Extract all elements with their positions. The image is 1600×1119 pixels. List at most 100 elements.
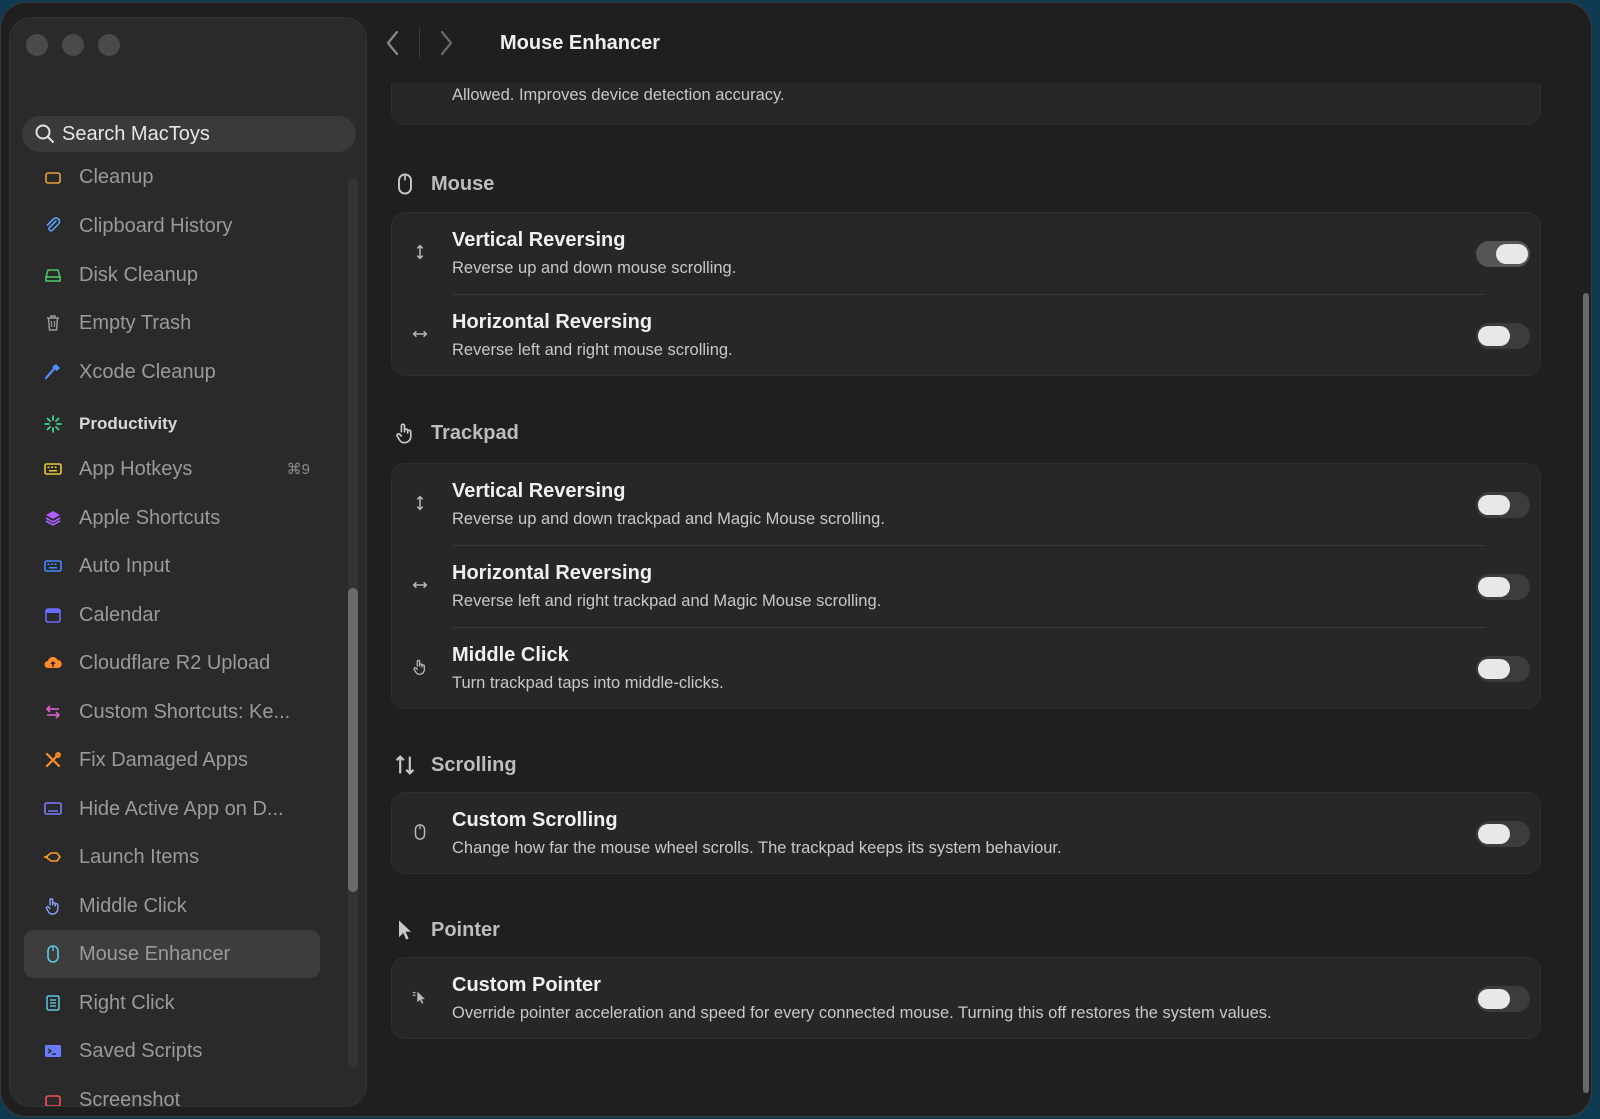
- section-header-mouse: Mouse: [391, 170, 494, 198]
- setting-description: Reverse up and down trackpad and Magic M…: [452, 510, 885, 528]
- search-input[interactable]: [62, 122, 342, 146]
- sidebar-item-label: Launch Items: [79, 845, 200, 868]
- sidebar-item[interactable]: Clipboard History: [24, 202, 320, 250]
- window-controls: [26, 34, 120, 56]
- mouse-icon: [391, 170, 419, 198]
- page-title: Mouse Enhancer: [500, 31, 661, 54]
- sidebar-item-label: Calendar: [79, 603, 161, 626]
- pointer-icon: [391, 916, 419, 944]
- sidebar-item[interactable]: Custom Shortcuts: Ke...: [24, 688, 320, 736]
- sidebar-item[interactable]: App Hotkeys ⌘9: [24, 445, 320, 493]
- sidebar-item-label: Cloudflare R2 Upload: [79, 651, 271, 674]
- section-header-trackpad: Trackpad: [391, 419, 519, 447]
- setting-description: Reverse left and right trackpad and Magi…: [452, 592, 882, 610]
- search-field[interactable]: [22, 116, 356, 152]
- toggle-knob: [1478, 659, 1510, 679]
- sidebar-item[interactable]: Saved Scripts: [24, 1027, 320, 1075]
- sidebar-item-label: Hide Active App on D...: [79, 797, 284, 820]
- sidebar-list: Cleanup Clipboard History Disk Cleanup Empt…: [24, 158, 334, 1107]
- arrows-icon: [42, 701, 64, 723]
- terminal-icon: [42, 1040, 64, 1062]
- scroll-arrows-icon: [391, 751, 419, 779]
- back-button[interactable]: [371, 21, 415, 65]
- sidebar-item-label: Empty Trash: [79, 311, 192, 334]
- sidebar-item[interactable]: Cleanup: [24, 158, 320, 201]
- sidebar-item[interactable]: Launch Items: [24, 833, 320, 881]
- sidebar-item[interactable]: Fix Damaged Apps: [24, 736, 320, 784]
- toggle-switch[interactable]: [1476, 492, 1530, 518]
- settings-card-partial: Allowed. Improves device detection accur…: [391, 83, 1541, 125]
- setting-title: Horizontal Reversing: [452, 562, 653, 584]
- section-header-pointer: Pointer: [391, 916, 500, 944]
- toggle-knob: [1478, 989, 1510, 1009]
- setting-description: Allowed. Improves device detection accur…: [452, 86, 785, 104]
- setting-description: Turn trackpad taps into middle-clicks.: [452, 674, 724, 692]
- sidebar-item[interactable]: Xcode Cleanup: [24, 348, 320, 396]
- toggle-switch[interactable]: [1476, 574, 1530, 600]
- sidebar-item-label: Fix Damaged Apps: [79, 748, 248, 771]
- toolbar-divider: [419, 28, 420, 58]
- sidebar-item[interactable]: Cloudflare R2 Upload: [24, 639, 320, 687]
- sidebar-item[interactable]: Right Click: [24, 979, 320, 1027]
- close-button[interactable]: [26, 34, 48, 56]
- section-title: Scrolling: [431, 753, 517, 776]
- sidebar-item[interactable]: Auto Input: [24, 542, 320, 590]
- sidebar-item[interactable]: Disk Cleanup: [24, 251, 320, 299]
- toggle-knob: [1496, 244, 1528, 264]
- setting-description: Override pointer acceleration and speed …: [452, 1004, 1272, 1022]
- sidebar-item-label: Productivity: [79, 414, 178, 433]
- setting-row: Horizontal Reversing Reverse left and rig…: [392, 546, 1541, 628]
- hand-tap-icon: [409, 656, 431, 678]
- sidebar-item[interactable]: Empty Trash: [24, 299, 320, 347]
- cleanup-icon: [42, 166, 64, 188]
- sidebar-item-label: Right Click: [79, 991, 175, 1014]
- sidebar-item-label: Cleanup: [79, 165, 154, 188]
- sidebar-item[interactable]: Apple Shortcuts: [24, 494, 320, 542]
- setting-description: Reverse up and down mouse scrolling.: [452, 259, 737, 277]
- sidebar-item[interactable]: Mouse Enhancer: [24, 930, 320, 978]
- toggle-switch[interactable]: [1476, 241, 1530, 267]
- setting-description: Change how far the mouse wheel scrolls. …: [452, 839, 1062, 857]
- sidebar-item[interactable]: Middle Click: [24, 882, 320, 930]
- content-scrollbar[interactable]: [1583, 293, 1589, 1093]
- setting-title: Vertical Reversing: [452, 480, 626, 502]
- mouse-icon: [409, 821, 431, 843]
- sparkle-icon: [42, 413, 64, 435]
- setting-title: Horizontal Reversing: [452, 311, 653, 333]
- keyboard-icon: [42, 555, 64, 577]
- tools-icon: [42, 749, 64, 771]
- forward-button[interactable]: [424, 21, 468, 65]
- sidebar-item-label: Mouse Enhancer: [79, 942, 231, 965]
- chevron-left-icon: [386, 30, 399, 56]
- minimize-button[interactable]: [62, 34, 84, 56]
- sidebar-item[interactable]: Hide Active App on D...: [24, 785, 320, 833]
- sidebar-item-label: Saved Scripts: [79, 1039, 203, 1062]
- launch-icon: [42, 846, 64, 868]
- sidebar: Cleanup Clipboard History Disk Cleanup Empt…: [9, 17, 367, 1107]
- toggle-knob: [1478, 495, 1510, 515]
- sidebar-item-label: Screenshot: [79, 1088, 181, 1107]
- sidebar-item[interactable]: Screenshot: [24, 1076, 320, 1107]
- sidebar-item-label: Custom Shortcuts: Ke...: [79, 700, 291, 723]
- toggle-switch[interactable]: [1476, 323, 1530, 349]
- search-icon: [35, 124, 54, 143]
- sidebar-item-label: Auto Input: [79, 554, 171, 577]
- camera-icon: [42, 1089, 64, 1106]
- list-icon: [42, 992, 64, 1014]
- sidebar-item-label: Clipboard History: [79, 214, 233, 237]
- sidebar-scrollbar-thumb[interactable]: [348, 588, 358, 892]
- horizontal-arrows-icon: [409, 323, 431, 345]
- zoom-button[interactable]: [98, 34, 120, 56]
- shortcut-label: ⌘9: [286, 461, 310, 478]
- section-header-scrolling: Scrolling: [391, 751, 517, 779]
- setting-row: Vertical Reversing Reverse up and down mo…: [392, 213, 1541, 295]
- settings-card-trackpad: Vertical Reversing Reverse up and down tr…: [391, 463, 1541, 709]
- section-title: Mouse: [431, 172, 495, 195]
- toggle-switch[interactable]: [1476, 656, 1530, 682]
- toggle-switch[interactable]: [1476, 986, 1530, 1012]
- toggle-switch[interactable]: [1476, 821, 1530, 847]
- cloud-upload-icon: [42, 652, 64, 674]
- sidebar-item-label: Xcode Cleanup: [79, 360, 216, 383]
- sidebar-item[interactable]: Calendar: [24, 591, 320, 639]
- keyboard-icon: [42, 458, 64, 480]
